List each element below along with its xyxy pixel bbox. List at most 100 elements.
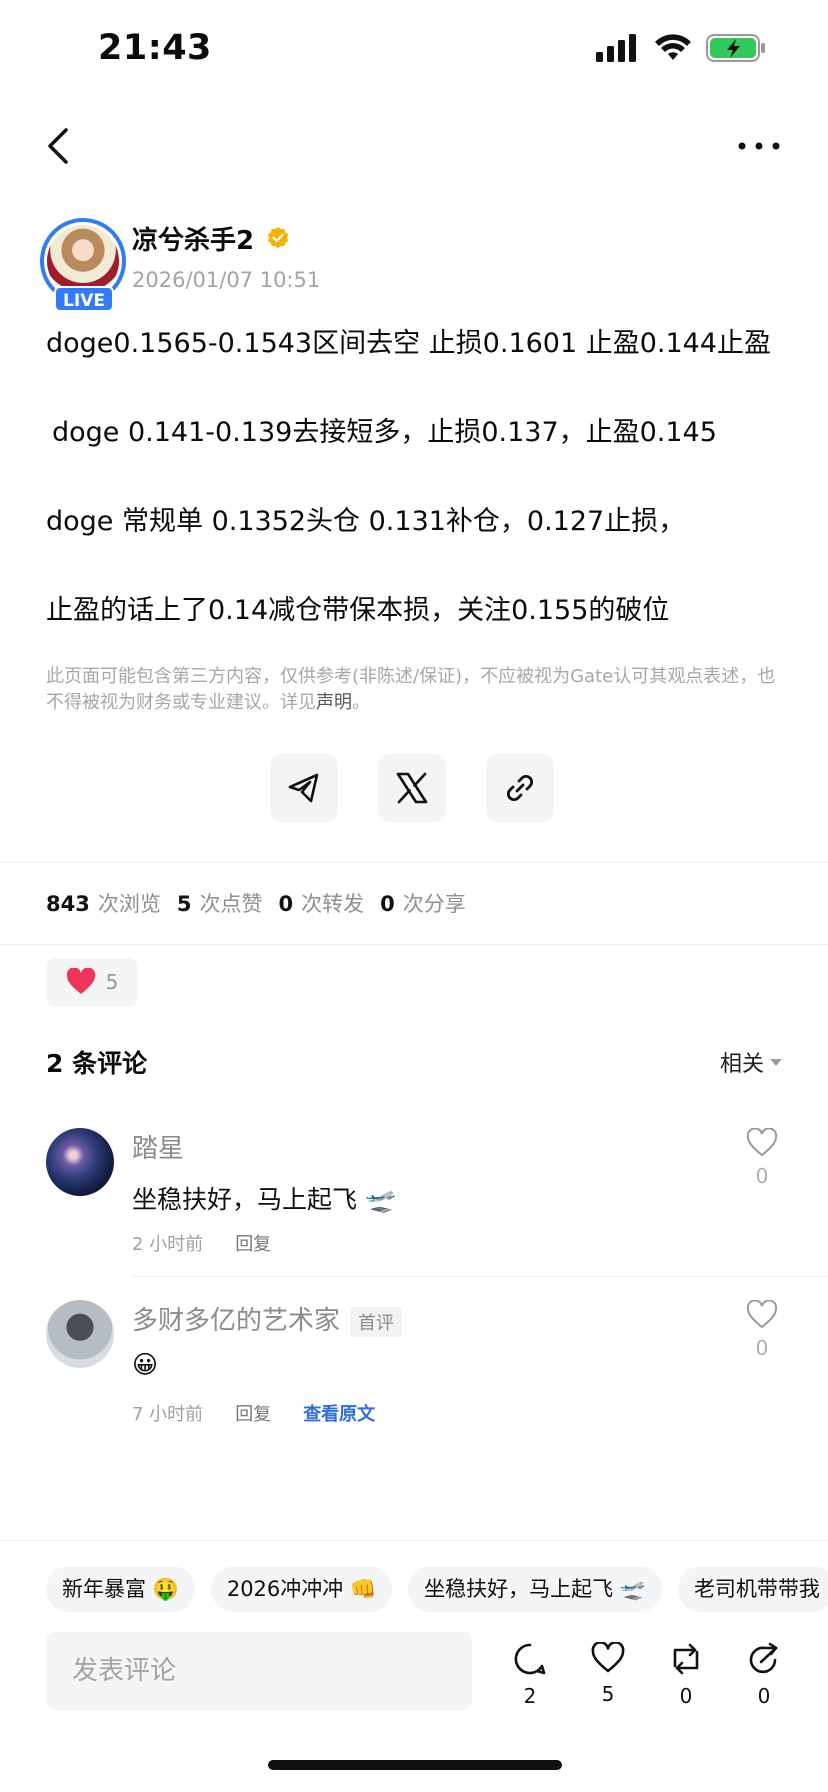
reply-button[interactable]: 回复 — [235, 1400, 271, 1426]
views-count: 843 — [46, 892, 90, 916]
quick-reply-chip[interactable]: 老司机带带我 — [677, 1566, 828, 1612]
comment-text: 😀 — [132, 1350, 159, 1379]
comment-input[interactable]: 发表评论 — [46, 1632, 472, 1710]
heart-reaction-chip[interactable]: 5 — [46, 958, 138, 1006]
comment-meta: 2 小时前 回复 — [132, 1230, 271, 1256]
repost-action-button[interactable]: 0 — [666, 1642, 706, 1708]
like-action-count: 5 — [601, 1682, 615, 1706]
commenter-name[interactable]: 多财多亿的艺术家 — [132, 1306, 340, 1336]
nav-bar — [0, 112, 828, 182]
x-logo-icon — [396, 772, 428, 804]
bottom-action-bar: 发表评论 2 5 0 0 — [46, 1632, 782, 1712]
battery-charging-icon — [706, 34, 765, 62]
comment-like-button[interactable]: 0 — [742, 1299, 782, 1360]
more-options-button[interactable] — [734, 126, 784, 166]
quick-reply-chip[interactable]: 2026冲冲冲 👊 — [210, 1566, 393, 1612]
commenter-avatar[interactable] — [46, 1128, 114, 1196]
share-x-button[interactable] — [378, 754, 446, 822]
view-original-link[interactable]: 查看原文 — [303, 1400, 375, 1426]
share-action-button[interactable]: 0 — [744, 1642, 784, 1708]
caret-down-icon — [770, 1058, 782, 1066]
signal-icon — [596, 34, 636, 62]
author-avatar[interactable]: LIVE — [40, 218, 126, 312]
heart-outline-icon — [591, 1641, 625, 1673]
heart-outline-icon — [746, 1299, 778, 1329]
section-divider — [0, 1540, 828, 1541]
disclaimer-link[interactable]: 声明 — [316, 692, 352, 713]
like-action-button[interactable]: 5 — [588, 1641, 628, 1706]
home-indicator[interactable] — [268, 1760, 562, 1770]
post-line: doge 常规单 0.1352头仓 0.131补仓，0.127止损， — [46, 506, 686, 537]
post-line: doge0.1565-0.1543区间去空 止损0.1601 止盈0.144止盈 — [46, 328, 772, 359]
comments-title: 2 条评论 — [46, 1049, 148, 1078]
comment-item: 多财多亿的艺术家 首评 😀 7 小时前 回复 查看原文 0 — [46, 1299, 782, 1430]
share-telegram-button[interactable] — [270, 754, 338, 822]
telegram-icon — [288, 773, 319, 803]
quick-reply-row: 新年暴富 🤑 2026冲冲冲 👊 坐稳扶好，马上起飞 🛫 老司机带带我 — [46, 1566, 828, 1612]
repost-action-count: 0 — [679, 1684, 693, 1708]
heart-icon — [66, 968, 95, 994]
live-badge: LIVE — [54, 286, 114, 312]
reposts-label: 次转发 — [301, 892, 365, 916]
stat-reposts: 0 次转发 — [278, 888, 364, 918]
post-timestamp: 2026/01/07 10:51 — [132, 268, 321, 292]
status-time: 21:43 — [98, 28, 212, 68]
share-arrow-icon — [749, 1642, 778, 1674]
link-icon — [506, 774, 534, 802]
comment-like-button[interactable]: 0 — [742, 1127, 782, 1188]
comment-time: 2 小时前 — [132, 1234, 204, 1255]
comment-like-count: 0 — [755, 1336, 769, 1360]
comments-header: 2 条评论 相关 — [46, 1044, 782, 1084]
section-divider — [0, 862, 828, 863]
likes-label: 次点赞 — [199, 892, 263, 916]
reply-button[interactable]: 回复 — [235, 1230, 271, 1256]
sort-label: 相关 — [719, 1052, 764, 1077]
commenter-name[interactable]: 踏星 — [132, 1128, 184, 1165]
stat-likes: 5 次点赞 — [177, 888, 263, 918]
heart-outline-icon — [746, 1127, 778, 1157]
views-label: 次浏览 — [97, 892, 161, 916]
reaction-count: 5 — [105, 970, 119, 994]
author-name[interactable]: 凉兮杀手2 — [132, 220, 254, 257]
disclaimer-end: 。 — [352, 692, 370, 713]
commenter-name-row: 多财多亿的艺术家 首评 — [132, 1300, 403, 1337]
disclaimer-text: 此页面可能包含第三方内容，仅供参考(非陈述/保证)，不应被视为Gate认可其观点… — [46, 664, 776, 716]
wifi-icon — [655, 34, 691, 60]
reposts-count: 0 — [278, 892, 294, 916]
comment-divider — [132, 1276, 828, 1277]
verified-badge-icon — [267, 227, 289, 249]
section-divider — [0, 944, 828, 945]
post-stats: 843 次浏览 5 次点赞 0 次转发 0 次分享 — [46, 888, 466, 918]
post-line: doge 0.141-0.139去接短多，止损0.137，止盈0.145 — [52, 417, 717, 448]
comment-time: 7 小时前 — [132, 1404, 204, 1425]
shares-count: 0 — [380, 892, 395, 916]
comment-item: 踏星 坐稳扶好，马上起飞 🛫 2 小时前 回复 0 — [46, 1127, 782, 1278]
repost-icon — [673, 1643, 699, 1675]
stat-shares: 0 次分享 — [380, 888, 466, 918]
chevron-left-icon — [48, 128, 68, 164]
comment-like-count: 0 — [755, 1164, 769, 1188]
post-body: doge0.1565-0.1543区间去空 止损0.1601 止盈0.144止盈… — [46, 326, 794, 682]
quick-reply-chip[interactable]: 坐稳扶好，马上起飞 🛫 — [408, 1566, 662, 1612]
share-row — [270, 754, 554, 822]
share-action-count: 0 — [757, 1684, 771, 1708]
copy-link-button[interactable] — [486, 754, 554, 822]
shares-label: 次分享 — [402, 892, 466, 916]
status-bar: 21:43 — [0, 0, 828, 100]
likes-count: 5 — [176, 892, 192, 916]
status-icons — [596, 34, 766, 62]
more-dots-icon — [738, 142, 780, 150]
comment-meta: 7 小时前 回复 查看原文 — [132, 1400, 375, 1426]
comment-text: 坐稳扶好，马上起飞 🛫 — [132, 1185, 397, 1214]
comments-action-count: 2 — [523, 1684, 537, 1708]
quick-reply-chip[interactable]: 新年暴富 🤑 — [46, 1566, 195, 1612]
comment-bubble-icon — [514, 1643, 546, 1675]
commenter-avatar[interactable] — [46, 1300, 114, 1368]
stat-views: 843 次浏览 — [46, 888, 161, 918]
first-comment-badge: 首评 — [350, 1306, 403, 1337]
sort-dropdown[interactable]: 相关 — [720, 1046, 782, 1078]
comments-action-button[interactable]: 2 — [510, 1642, 550, 1708]
author-header: LIVE 凉兮杀手2 2026/01/07 10:51 — [40, 218, 788, 318]
disclaimer-body: 此页面可能包含第三方内容，仅供参考(非陈述/保证)，不应被视为Gate认可其观点… — [46, 666, 776, 713]
back-button[interactable] — [40, 124, 80, 168]
